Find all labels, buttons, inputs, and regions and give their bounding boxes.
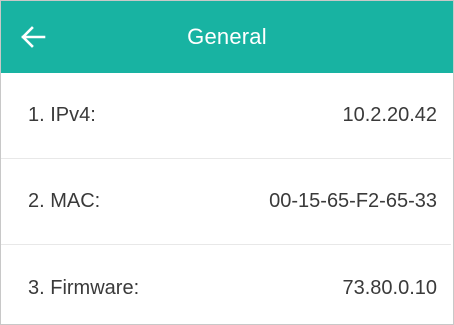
- row-label: 1. IPv4:: [28, 104, 96, 126]
- info-list: 1. IPv4: 10.2.20.42 2. MAC: 00-15-65-F2-…: [1, 73, 453, 324]
- list-item-mac[interactable]: 2. MAC: 00-15-65-F2-65-33: [1, 159, 451, 245]
- row-label: 3. Firmware:: [28, 276, 140, 299]
- list-item-ipv4[interactable]: 1. IPv4: 10.2.20.42: [1, 73, 451, 159]
- list-item-firmware[interactable]: 3. Firmware: 73.80.0.10: [1, 245, 451, 324]
- row-value: 00-15-65-F2-65-33: [269, 190, 437, 212]
- screen: General 1. IPv4: 10.2.20.42 2. MAC: 00-1…: [0, 0, 454, 325]
- arrow-left-icon: [21, 26, 46, 48]
- row-label: 2. MAC:: [28, 190, 101, 212]
- row-value: 10.2.20.42: [342, 104, 437, 126]
- back-button[interactable]: [15, 19, 51, 55]
- title-bar: General: [1, 1, 453, 73]
- page-title: General: [187, 24, 267, 49]
- row-value: 73.80.0.10: [342, 276, 437, 299]
